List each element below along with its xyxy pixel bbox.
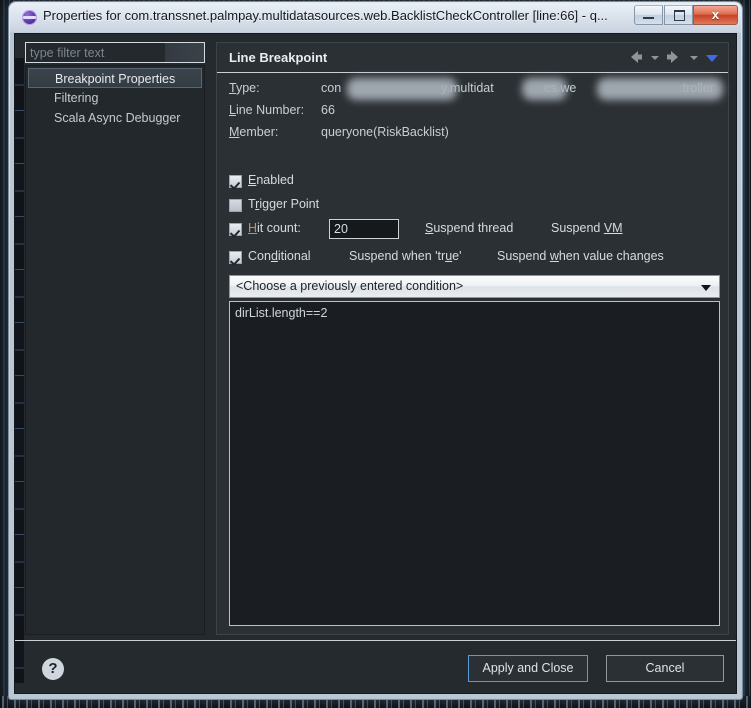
page-title: Line Breakpoint <box>229 50 328 65</box>
previous-condition-combo-value: <Choose a previously entered condition> <box>236 279 464 293</box>
window-title: Properties for com.transsnet.palmpay.mul… <box>43 8 608 23</box>
suspend-vm-radio[interactable]: Suspend VM <box>551 221 623 235</box>
enabled-label: Enabled <box>248 173 294 187</box>
sidebar-item-breakpoint-properties[interactable]: Breakpoint Properties <box>28 68 202 88</box>
detail-row-line-number: Line Number: 66 <box>229 103 720 125</box>
condition-editor-text: dirList.length==2 <box>235 306 328 320</box>
properties-dialog-window: Properties for com.transsnet.palmpay.mul… <box>9 2 742 699</box>
chevron-down-icon[interactable] <box>701 285 711 291</box>
trigger-point-label: Trigger Point <box>248 197 320 211</box>
suspend-when-true-radio[interactable]: Suspend when 'true' <box>349 249 462 263</box>
option-row-conditional: Conditional Suspend when 'true' Suspend … <box>229 247 720 271</box>
sidebar-item-filtering[interactable]: Filtering <box>26 88 204 108</box>
previous-condition-combo[interactable]: <Choose a previously entered condition> <box>229 275 720 298</box>
enabled-checkbox[interactable] <box>229 175 242 188</box>
option-row-hit-count: Hit count: Suspend thread Suspend VM <box>229 219 720 247</box>
footer-separator <box>15 640 736 641</box>
close-button[interactable]: x <box>693 5 738 25</box>
back-history-chevron-down-icon[interactable] <box>649 48 660 66</box>
detail-row-member: Member: queryone(RiskBacklist) <box>229 125 720 147</box>
detail-row-type: Type: conxxxxxxxxxxxxxxxxy.multidatxxxxx… <box>229 78 723 103</box>
view-menu-triangle-down-icon[interactable] <box>703 48 721 66</box>
cancel-button[interactable]: Cancel <box>606 655 724 682</box>
detail-value-member: queryone(RiskBacklist) <box>321 125 449 139</box>
option-row-enabled: Enabled <box>229 171 720 195</box>
pane-navigation <box>625 48 721 66</box>
minimize-button[interactable] <box>634 5 663 25</box>
conditional-label: Conditional <box>248 249 311 263</box>
breakpoint-options: Enabled Trigger Point Hit count: Suspend… <box>229 171 720 271</box>
detail-label-line-number: Line Number: <box>229 103 305 117</box>
question-mark-icon[interactable]: ? <box>42 658 64 680</box>
dialog-body: Breakpoint Properties Filtering Scala As… <box>14 33 737 694</box>
filter-input[interactable] <box>25 42 205 63</box>
detail-label-member: Member: <box>229 125 279 139</box>
suspend-thread-radio[interactable]: Suspend thread <box>425 221 513 235</box>
redaction-blob-1 <box>347 78 457 100</box>
arrow-right-icon[interactable] <box>664 48 684 66</box>
window-left-edge-bleed <box>15 58 24 683</box>
maximize-button[interactable] <box>664 5 693 25</box>
forward-history-chevron-down-icon[interactable] <box>688 48 699 66</box>
title-bar[interactable]: Properties for com.transsnet.palmpay.mul… <box>10 3 741 33</box>
settings-tree-pane: Breakpoint Properties Filtering Scala As… <box>25 42 205 635</box>
eclipse-icon <box>22 10 37 25</box>
apply-and-close-button[interactable]: Apply and Close <box>468 655 588 682</box>
redaction-blob-3 <box>597 78 723 100</box>
option-row-trigger-point: Trigger Point <box>229 195 720 219</box>
sidebar-item-scala-async-debugger[interactable]: Scala Async Debugger <box>26 108 204 128</box>
trigger-point-checkbox[interactable] <box>229 199 242 212</box>
breakpoint-properties-pane: Line Breakpoint Type: con y.multidat Lin… <box>216 42 729 635</box>
detail-value-line-number: 66 <box>321 103 335 117</box>
hit-count-checkbox[interactable] <box>229 223 242 236</box>
breakpoint-details: Type: conxxxxxxxxxxxxxxxxy.multidatxxxxx… <box>229 78 723 147</box>
hit-count-input[interactable] <box>329 219 399 239</box>
redaction-blob-2 <box>522 78 567 100</box>
detail-label-type: Type: <box>229 81 260 95</box>
suspend-when-value-changes-radio[interactable]: Suspend when value changes <box>497 249 664 263</box>
condition-editor[interactable]: dirList.length==2 <box>229 301 720 626</box>
pane-header: Line Breakpoint <box>217 43 728 73</box>
hit-count-label: Hit count: <box>248 221 301 235</box>
conditional-checkbox[interactable] <box>229 251 242 264</box>
settings-tree[interactable]: Breakpoint Properties Filtering Scala As… <box>25 65 205 635</box>
arrow-left-icon[interactable] <box>625 48 645 66</box>
